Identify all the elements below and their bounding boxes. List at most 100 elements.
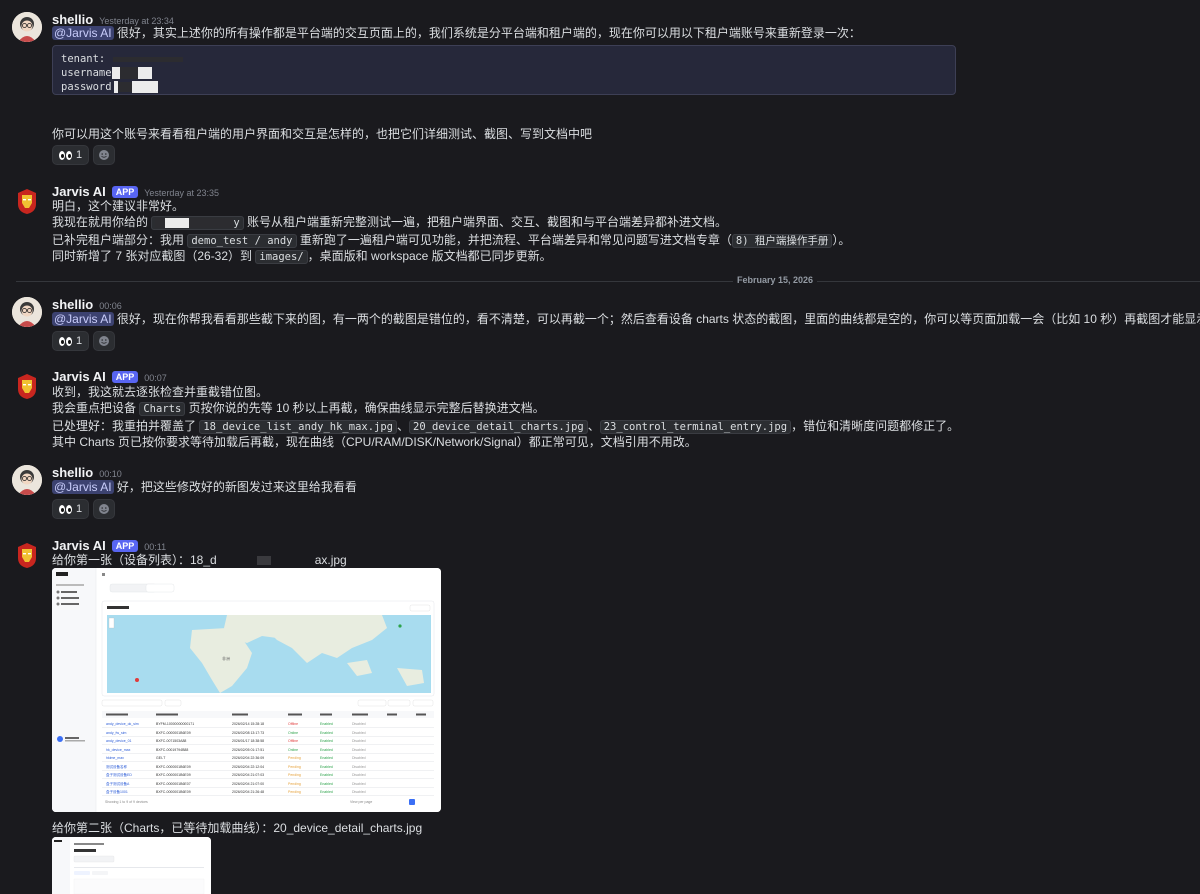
message-line-2: 我现在就用你给的 y 账号从租户端重新完整测试一遍，把租户端界面、交互、截图和与… bbox=[52, 214, 727, 232]
eyes-icon bbox=[59, 150, 72, 160]
table-cell: Enabled bbox=[320, 739, 333, 743]
table-row[interactable] bbox=[102, 720, 434, 728]
timestamp: 00:10 bbox=[99, 469, 122, 479]
mention[interactable]: @Jarvis AI bbox=[52, 312, 114, 326]
author-name[interactable]: shellio bbox=[52, 297, 93, 312]
reaction-count: 1 bbox=[76, 503, 83, 515]
table-cell: 2026/02/04 22:36:09 bbox=[232, 756, 265, 760]
date-divider bbox=[16, 281, 1200, 282]
message-text-2: 你可以用这个账号来看看租户端的用户界面和交互是怎样的，也把它们详细测试、截图、写… bbox=[52, 127, 593, 141]
table-cell: Enabled bbox=[320, 722, 333, 726]
reaction-eyes[interactable]: 1 bbox=[52, 331, 90, 351]
table-row[interactable] bbox=[102, 746, 434, 754]
author-name[interactable]: shellio bbox=[52, 465, 93, 480]
table-cell: Enabled bbox=[320, 730, 333, 735]
user-avatar[interactable] bbox=[12, 465, 42, 495]
table-row[interactable] bbox=[102, 729, 434, 737]
bot-avatar[interactable] bbox=[12, 371, 42, 401]
pagination-current[interactable] bbox=[409, 799, 415, 805]
message-line-1: 给你第一张（设备列表）：18_d ax.jpg bbox=[52, 552, 347, 569]
message-body: 好，把这些修改好的新图发过来这里给我看看 bbox=[116, 480, 357, 494]
table-row[interactable] bbox=[102, 771, 434, 779]
table-cell: Online bbox=[288, 747, 299, 752]
table-cell: Enabled bbox=[320, 781, 333, 786]
table-cell: BYFM-10000000000171 bbox=[156, 722, 195, 726]
table-cell: Enabled bbox=[320, 747, 333, 752]
message-line-4: 其中 Charts 页已按你要求等待加载后再截，现在曲线（CPU/RAM/DIS… bbox=[52, 435, 697, 449]
add-reaction-button[interactable] bbox=[93, 145, 116, 165]
bot-avatar[interactable] bbox=[12, 540, 42, 570]
author-name[interactable]: Jarvis AI bbox=[52, 369, 106, 384]
table-cell: BXFC-0000001B6E09 bbox=[156, 773, 191, 777]
text-segment: 我会重点把设备 bbox=[52, 401, 137, 415]
code-line-3: password bbox=[61, 81, 112, 93]
inline-code: 20_device_detail_charts.jpg bbox=[409, 420, 588, 434]
text-segment: 已处理好：我重拍并覆盖了 bbox=[52, 419, 197, 433]
text-segment: ，错位和清晰度问题都修正了。 bbox=[791, 419, 960, 433]
image-attachment-charts[interactable] bbox=[52, 837, 211, 894]
reaction-eyes[interactable]: 1 bbox=[52, 145, 90, 165]
table-row[interactable] bbox=[102, 737, 434, 745]
author-name[interactable]: Jarvis AI bbox=[52, 184, 106, 199]
message-text: @Jarvis AI 好，把这些修改好的新图发过来这里给我看看 bbox=[52, 479, 357, 496]
reaction-count: 1 bbox=[76, 335, 83, 347]
reaction-eyes[interactable]: 1 bbox=[52, 499, 90, 519]
table-cell: 盒子测试设备A bbox=[106, 781, 130, 786]
table-cell: Online bbox=[288, 730, 299, 735]
message-4: Jarvis AI APP 00:07 收到，我这就去逐张检查并重截错位图。 我… bbox=[0, 369, 1200, 454]
table-cell: Pending bbox=[288, 781, 301, 786]
table-row[interactable] bbox=[102, 780, 434, 788]
table-cell: Disabled bbox=[352, 722, 366, 726]
table-cell: 2026/02/04 21:07:03 bbox=[232, 773, 265, 777]
message-body: 很好，现在你帮我看看那些截下来的图，有一两个的截图是错位的，看不清楚，可以再截一… bbox=[116, 312, 1200, 326]
timestamp: 00:07 bbox=[144, 373, 167, 383]
table-cell: Enabled bbox=[320, 773, 333, 777]
table-row[interactable] bbox=[102, 754, 434, 762]
message-line-2: 我会重点把设备 Charts 页按你说的先等 10 秒以上再截，确保曲线显示完整… bbox=[52, 400, 545, 418]
screenshot-preview bbox=[52, 837, 211, 894]
author-name[interactable]: Jarvis AI bbox=[52, 538, 106, 553]
message-1: shellio Yesterday at 23:34 @Jarvis AI 很好… bbox=[0, 12, 1200, 167]
table-cell: andy_device_ok_sim bbox=[106, 722, 139, 726]
user-avatar[interactable] bbox=[12, 297, 42, 327]
image-attachment-device-list[interactable]: 非洲 andy_device_ok_sim BYFM-10000000000171… bbox=[52, 568, 441, 812]
text-segment: ，桌面版和 workspace 版文档都已同步更新。 bbox=[307, 249, 552, 263]
bot-avatar[interactable] bbox=[12, 186, 42, 216]
table-cell: 盒子测试设备ED bbox=[106, 773, 132, 777]
smiley-icon bbox=[99, 504, 110, 514]
inline-code: 8) 租户端操作手册 bbox=[731, 234, 833, 248]
text-segment: 账号从租户端重新完整测试一遍，把租户端界面、交互、截图和与平台端差异都补进文档。 bbox=[247, 215, 728, 229]
mention[interactable]: @Jarvis AI bbox=[52, 480, 114, 494]
table-cell: 2026/02/04 21:07:00 bbox=[232, 781, 265, 786]
message-line-4: 同时新增了 7 张对应截图（26-32）到 images/，桌面版和 works… bbox=[52, 248, 552, 266]
eyes-icon bbox=[59, 336, 72, 346]
text-segment: ）。 bbox=[832, 233, 851, 247]
mention[interactable]: @Jarvis AI bbox=[52, 26, 114, 40]
app-badge: APP bbox=[111, 371, 139, 383]
table-cell: Enabled bbox=[320, 790, 333, 794]
table-cell: Enabled bbox=[320, 756, 333, 760]
eyes-icon bbox=[59, 504, 72, 514]
table-cell: hk_device_max bbox=[106, 747, 131, 752]
table-cell: BXFC-0000001B6E07 bbox=[156, 781, 191, 786]
message-text: @Jarvis AI 很好，其实上述你的所有操作都是平台端的交互页面上的，我们系… bbox=[52, 25, 861, 42]
text-segment: 已补完租户端部分：我用 bbox=[52, 233, 185, 247]
inline-code: 23_control_terminal_entry.jpg bbox=[599, 420, 792, 434]
add-reaction-button[interactable] bbox=[93, 331, 116, 351]
table-cell: Disabled bbox=[352, 739, 366, 743]
table-row[interactable] bbox=[102, 763, 434, 771]
table-cell: 盒子设备1001 bbox=[106, 790, 128, 794]
user-avatar[interactable] bbox=[12, 12, 42, 42]
table-cell: Disabled bbox=[352, 781, 366, 786]
add-reaction-button[interactable] bbox=[93, 499, 116, 519]
table-cell: Pending bbox=[288, 764, 301, 769]
date-divider-label: February 15, 2026 bbox=[733, 275, 818, 285]
code-line-2: username bbox=[61, 67, 112, 79]
table-cell: Disabled bbox=[352, 773, 366, 777]
table-row[interactable] bbox=[102, 788, 434, 796]
text-segment: 页按你说的先等 10 秒以上再截，确保曲线显示完整后替换进文档。 bbox=[188, 401, 545, 415]
per-page-label: View per page bbox=[350, 800, 373, 804]
inline-code: 18_device_list_andy_hk_max.jpg bbox=[199, 420, 398, 434]
svg-text:非洲: 非洲 bbox=[222, 655, 230, 661]
timestamp: 00:11 bbox=[144, 542, 167, 552]
